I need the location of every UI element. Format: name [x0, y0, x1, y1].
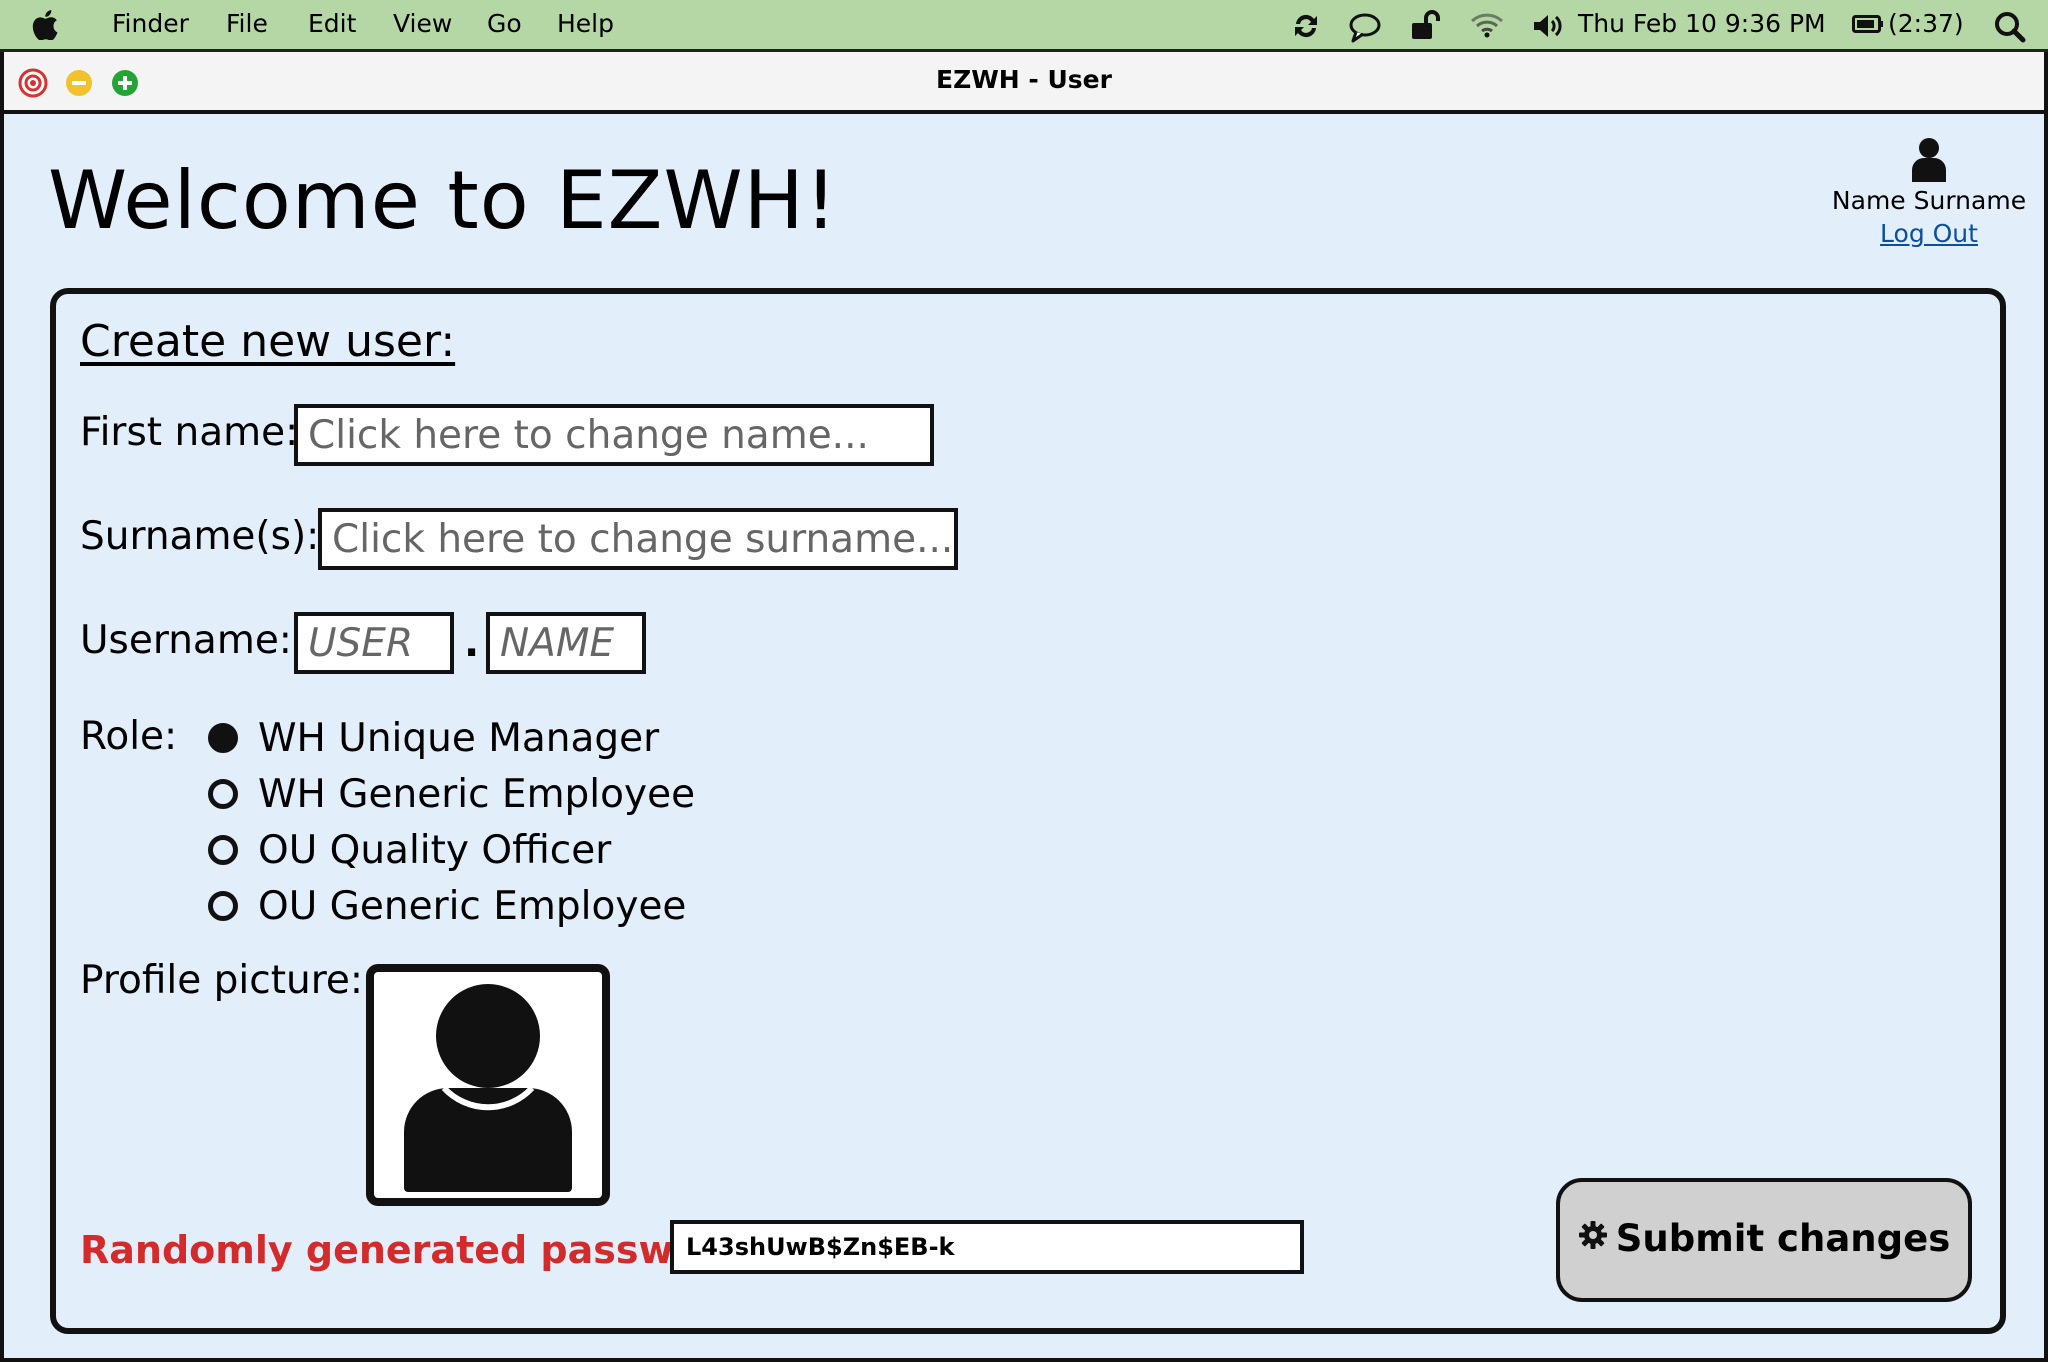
sync-icon[interactable] [1290, 11, 1322, 41]
chat-bubble-icon[interactable] [1348, 11, 1382, 43]
first-name-label: First name: [80, 410, 299, 455]
battery-time: (2:37) [1888, 9, 1964, 38]
role-label: Role: [80, 714, 178, 759]
surname-label: Surname(s): [80, 514, 320, 559]
wifi-icon[interactable] [1470, 12, 1504, 38]
profile-picture-label: Profile picture: [80, 958, 364, 1003]
menu-go[interactable]: Go [487, 9, 522, 39]
form-heading: Create new user: [80, 316, 456, 367]
menu-file[interactable]: File [226, 9, 268, 39]
page-title: Welcome to EZWH! [48, 154, 838, 247]
logout-link[interactable]: Log Out [1824, 219, 2034, 248]
gear-icon [1578, 1181, 1608, 1295]
role-option-wh-unique-manager[interactable]: WH Unique Manager [208, 716, 659, 761]
role-option-label: OU Generic Employee [258, 884, 687, 929]
username-name-field[interactable]: NAME [486, 612, 646, 674]
radio-unselected-icon[interactable] [208, 890, 238, 921]
user-icon[interactable] [1824, 136, 2034, 182]
search-icon[interactable] [1994, 11, 2026, 43]
role-option-label: WH Unique Manager [258, 716, 660, 761]
window-title: EZWH - User [936, 65, 1112, 94]
user-icon [404, 984, 572, 1192]
password-field[interactable]: L43shUwB$Zn$EB-k [670, 1220, 1304, 1274]
submit-changes-button[interactable]: Submit changes [1556, 1178, 1972, 1302]
radio-unselected-icon[interactable] [208, 778, 238, 809]
menu-help[interactable]: Help [557, 9, 614, 39]
unlocked-padlock-icon[interactable] [1410, 10, 1442, 40]
create-user-panel: Create new user: First name: Click here … [50, 288, 2006, 1334]
clock[interactable]: Thu Feb 10 9:36 PM [1578, 9, 1826, 39]
profile-picture[interactable] [366, 964, 610, 1206]
role-option-wh-generic-employee[interactable]: WH Generic Employee [208, 772, 695, 817]
role-option-label: OU Quality Officer [258, 828, 612, 873]
menu-edit[interactable]: Edit [308, 9, 356, 39]
password-label: Randomly generated password: [80, 1228, 761, 1272]
radio-unselected-icon[interactable] [208, 834, 238, 865]
role-option-label: WH Generic Employee [258, 772, 696, 817]
username-separator: . [464, 620, 480, 666]
radio-selected-icon[interactable] [208, 722, 238, 753]
menu-view[interactable]: View [393, 9, 452, 39]
submit-label: Submit changes [1615, 1217, 1951, 1260]
role-option-ou-quality-officer[interactable]: OU Quality Officer [208, 828, 611, 873]
username-user-field[interactable]: USER [294, 612, 454, 674]
user-name: Name Surname [1831, 186, 2027, 215]
surname-field[interactable]: Click here to change surname... [318, 508, 958, 570]
user-box: Name Surname Log Out [1824, 136, 2034, 248]
first-name-field[interactable]: Click here to change name... [294, 404, 934, 466]
speaker-icon[interactable] [1532, 12, 1564, 40]
username-label: Username: [80, 618, 292, 663]
battery-icon[interactable] [1852, 12, 1884, 36]
role-option-ou-generic-employee[interactable]: OU Generic Employee [208, 884, 686, 929]
apple-icon[interactable] [32, 10, 58, 40]
menu-finder[interactable]: Finder [112, 9, 189, 39]
title-bar: EZWH - User [4, 52, 2044, 114]
app-window: EZWH - User Welcome to EZWH! Name Surnam… [0, 52, 2048, 1362]
menu-bar: Finder File Edit View Go Help Thu Feb 10… [0, 0, 2048, 52]
